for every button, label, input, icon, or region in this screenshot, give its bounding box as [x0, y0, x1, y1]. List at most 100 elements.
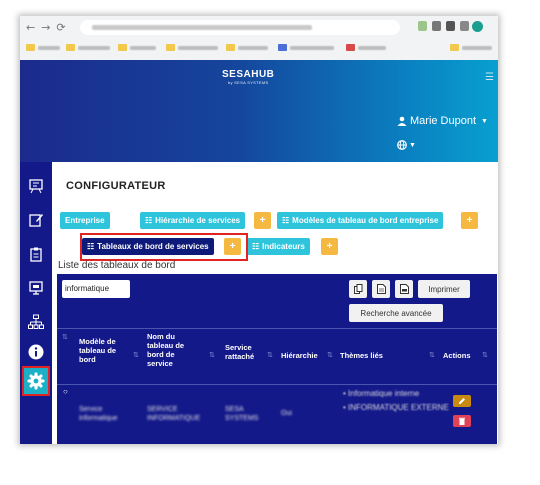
cell-model: Service informatique — [79, 406, 118, 422]
browser-nav-icons[interactable]: ←→⟳ — [26, 21, 72, 34]
trash-icon — [459, 417, 465, 425]
bookmark-item[interactable] — [450, 44, 492, 51]
column-header-name[interactable]: Nom du tableau de bord de service — [147, 332, 197, 368]
column-header-hierarchy[interactable]: Hiérarchie — [281, 351, 318, 360]
list-icon: ☷ — [252, 242, 260, 251]
gear-icon — [27, 372, 45, 390]
extension-icon[interactable] — [460, 21, 469, 31]
copy-icon — [353, 284, 362, 294]
app-header: SESAHUB by SESA SYSTEMS ☰ Marie Dupont ▼… — [20, 60, 498, 162]
pdf-file-icon — [399, 284, 409, 294]
section-title: Liste des tableaux de bord — [58, 260, 176, 271]
user-name: Marie Dupont — [410, 115, 477, 127]
sort-icon[interactable]: ⇅ — [267, 351, 273, 359]
column-header-model[interactable]: Modèle de tableau de bord — [79, 337, 127, 364]
tab-indicateurs[interactable]: ☷ Indicateurs — [247, 238, 310, 255]
cell-service: SESA SYSTEMS — [225, 406, 259, 422]
sidebar-item-presentation[interactable] — [26, 176, 46, 196]
print-button[interactable]: Imprimer — [418, 280, 470, 298]
globe-icon — [397, 140, 407, 150]
table-row[interactable]: ○ Service informatique SERVICE INFORMATI… — [57, 384, 497, 444]
bookmark-item[interactable] — [166, 44, 218, 51]
sidebar-item-info[interactable] — [26, 342, 46, 362]
table-header: ⇅ Modèle de tableau de bord ⇅ Nom du tab… — [57, 328, 497, 384]
extension-icon[interactable] — [446, 21, 455, 31]
sort-icon[interactable]: ⇅ — [327, 351, 333, 359]
plus-icon: + — [259, 215, 266, 226]
bookmark-item[interactable] — [118, 44, 156, 51]
cell-hierarchy: Oui — [281, 410, 292, 417]
expand-row-icon[interactable]: ○ — [63, 387, 68, 396]
column-header-themes[interactable]: Thèmes liés — [340, 351, 383, 360]
extension-icon[interactable] — [432, 21, 441, 31]
add-modele-button[interactable]: + — [461, 212, 478, 229]
sidebar-item-hierarchy[interactable] — [26, 312, 46, 332]
list-icon: ☷ — [282, 216, 290, 225]
bookmark-item[interactable] — [26, 44, 60, 51]
edit-button[interactable] — [453, 395, 471, 407]
address-bar[interactable] — [80, 20, 400, 35]
clipboard-icon — [30, 247, 42, 262]
advanced-search-button[interactable]: Recherche avancée — [349, 304, 443, 322]
file-icon — [376, 284, 386, 294]
bookmark-item[interactable] — [278, 44, 334, 51]
sidebar-item-clipboard[interactable] — [26, 244, 46, 264]
bookmark-item[interactable] — [66, 44, 110, 51]
edit-icon — [459, 398, 465, 404]
sort-icon[interactable]: ⇅ — [482, 351, 488, 359]
sort-icon[interactable]: ⇅ — [429, 351, 435, 359]
main-content: CONFIGURATEUR Entreprise ☷ Hiérarchie de… — [52, 162, 498, 444]
tab-label: Entreprise — [65, 216, 105, 225]
add-indicateur-button[interactable]: + — [321, 238, 338, 255]
delete-button[interactable] — [453, 415, 471, 427]
column-header-service[interactable]: Service rattaché — [225, 343, 265, 361]
edit-document-icon — [29, 214, 43, 227]
list-icon: ☷ — [145, 216, 153, 225]
tab-label: Hiérarchie de services — [155, 216, 241, 225]
plus-icon: + — [326, 241, 333, 252]
profile-icon[interactable] — [472, 21, 483, 32]
sidebar-item-monitor[interactable] — [26, 278, 46, 298]
export-pdf-button[interactable] — [395, 280, 413, 298]
presentation-board-icon — [29, 179, 43, 194]
export-excel-button[interactable] — [372, 280, 390, 298]
copy-button[interactable] — [349, 280, 367, 298]
user-menu[interactable]: Marie Dupont ▼ — [397, 115, 488, 127]
bookmarks-bar — [20, 40, 498, 58]
screenshot-frame: ←→⟳ SESAHUB by SESA SYSTEMS ☰ Marie Dupo… — [20, 16, 498, 444]
page-title: CONFIGURATEUR — [66, 180, 166, 192]
cell-themes: • Informatique interne • INFORMATIQUE EX… — [343, 389, 449, 413]
tab-label: Indicateurs — [262, 242, 305, 251]
search-input[interactable]: informatique — [62, 280, 130, 298]
tab-label: Modèles de tableau de bord entreprise — [292, 216, 439, 225]
cell-name: SERVICE INFORMATIQUE — [147, 406, 201, 422]
app-logo[interactable]: SESAHUB by SESA SYSTEMS — [222, 69, 274, 85]
browser-chrome: ←→⟳ — [20, 16, 498, 60]
language-menu[interactable]: ▼ — [397, 140, 416, 150]
add-hierarchie-button[interactable]: + — [254, 212, 271, 229]
sort-icon[interactable]: ⇅ — [209, 351, 215, 359]
bookmark-item[interactable] — [226, 44, 268, 51]
theme-item: • Informatique interne — [343, 389, 420, 398]
sidebar — [20, 162, 52, 444]
extension-icon[interactable] — [418, 21, 427, 31]
column-header-actions: Actions — [443, 351, 471, 360]
chevron-down-icon: ▼ — [409, 141, 416, 149]
tab-hierarchie-services[interactable]: ☷ Hiérarchie de services — [140, 212, 246, 229]
info-icon — [28, 344, 44, 360]
bookmark-item[interactable] — [346, 44, 386, 51]
sort-icon[interactable]: ⇅ — [62, 333, 68, 341]
highlight-frame — [80, 233, 248, 261]
user-icon — [397, 116, 407, 126]
sort-icon[interactable]: ⇅ — [133, 351, 139, 359]
monitor-icon — [29, 281, 43, 295]
hierarchy-icon — [28, 314, 44, 329]
tab-modeles-entreprise[interactable]: ☷ Modèles de tableau de bord entreprise — [277, 212, 444, 229]
theme-item: • INFORMATIQUE EXTERNE — [343, 403, 449, 412]
sidebar-item-edit[interactable] — [26, 210, 46, 230]
plus-icon: + — [466, 215, 473, 226]
tab-entreprise[interactable]: Entreprise — [60, 212, 110, 229]
sidebar-item-settings[interactable] — [22, 366, 50, 396]
menu-toggle-icon[interactable]: ☰ — [485, 72, 494, 83]
data-table-panel: informatique Imprimer Recherche avancée … — [57, 274, 497, 444]
